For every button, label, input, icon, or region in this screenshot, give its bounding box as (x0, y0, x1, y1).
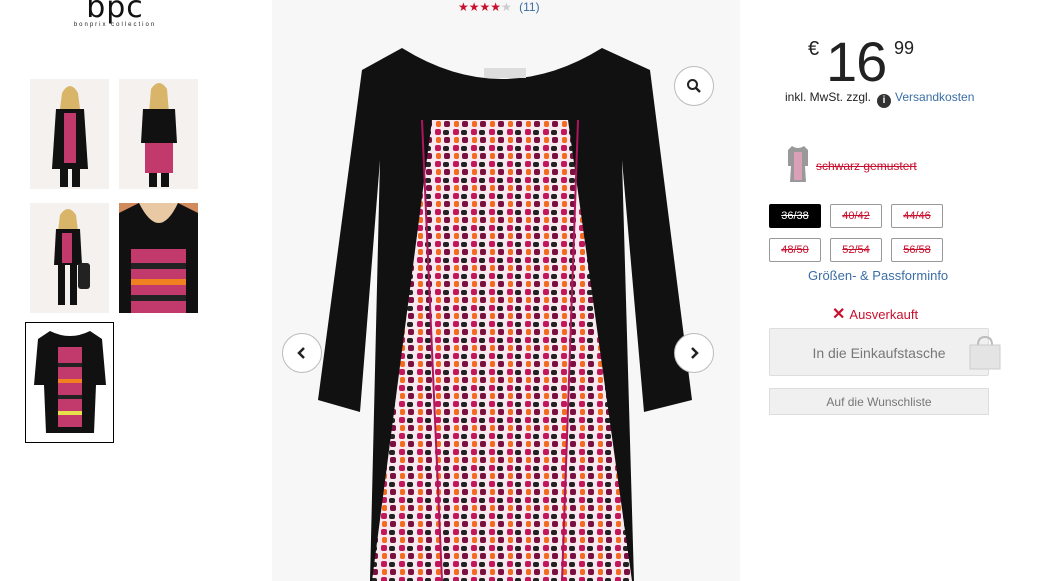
thumbnail-2[interactable] (119, 79, 198, 189)
size-info-link[interactable]: Größen- & Passforminfo (808, 268, 948, 283)
sold-out-text: Ausverkauft (849, 307, 919, 322)
product-image[interactable] (272, 0, 740, 581)
star-empty-icon: ★ (501, 0, 512, 14)
rating[interactable]: ★★★★★ (11) (458, 0, 540, 14)
prev-image-button[interactable] (282, 333, 322, 373)
rating-count[interactable]: (11) (519, 0, 539, 14)
color-label: schwarz gemustert (816, 159, 917, 173)
size-option[interactable]: 52/54 (830, 238, 882, 262)
info-icon[interactable]: i (877, 94, 892, 108)
cart-button-label: In die Einkaufstasche (812, 345, 946, 361)
thumbnail-4[interactable] (119, 203, 198, 313)
sold-out-status: ✕ Ausverkauft (832, 304, 918, 324)
size-option[interactable]: 40/42 (830, 204, 882, 228)
size-option[interactable]: 36/38 (769, 204, 821, 228)
logo-tagline: bonprix collection (73, 22, 157, 28)
shipping-link[interactable]: Versandkosten (895, 90, 974, 104)
tax-text: inkl. MwSt. zzgl. (785, 90, 872, 104)
chevron-right-icon (691, 347, 699, 359)
next-image-button[interactable] (674, 333, 714, 373)
color-swatch-icon (788, 146, 808, 182)
thumbnail-1[interactable] (30, 79, 109, 189)
thumbnail-5-selected[interactable] (25, 322, 114, 443)
price-whole: 16 (826, 30, 887, 93)
size-option[interactable]: 56/58 (891, 238, 943, 262)
price-cents: 99 (894, 38, 915, 58)
brand-logo[interactable]: bpc bonprix collection (60, 0, 170, 28)
price-currency: € (808, 38, 820, 60)
size-option[interactable]: 48/50 (769, 238, 821, 262)
chevron-left-icon (297, 347, 305, 359)
add-to-cart-button[interactable]: In die Einkaufstasche (769, 328, 1001, 376)
add-to-wishlist-button[interactable]: Auf die Wunschliste (769, 388, 989, 415)
size-option[interactable]: 44/46 (891, 204, 943, 228)
thumbnail-3[interactable] (30, 203, 109, 313)
x-icon: ✕ (832, 306, 846, 323)
magnifier-icon (687, 79, 701, 93)
zoom-button[interactable] (674, 66, 714, 106)
shopping-bag-icon (969, 335, 1001, 370)
star-icon: ★★★★ (458, 0, 502, 14)
tax-note: inkl. MwSt. zzgl. i Versandkosten (785, 90, 974, 108)
logo-text: bpc (86, 0, 144, 25)
color-option[interactable]: schwarz gemustert (786, 144, 986, 188)
